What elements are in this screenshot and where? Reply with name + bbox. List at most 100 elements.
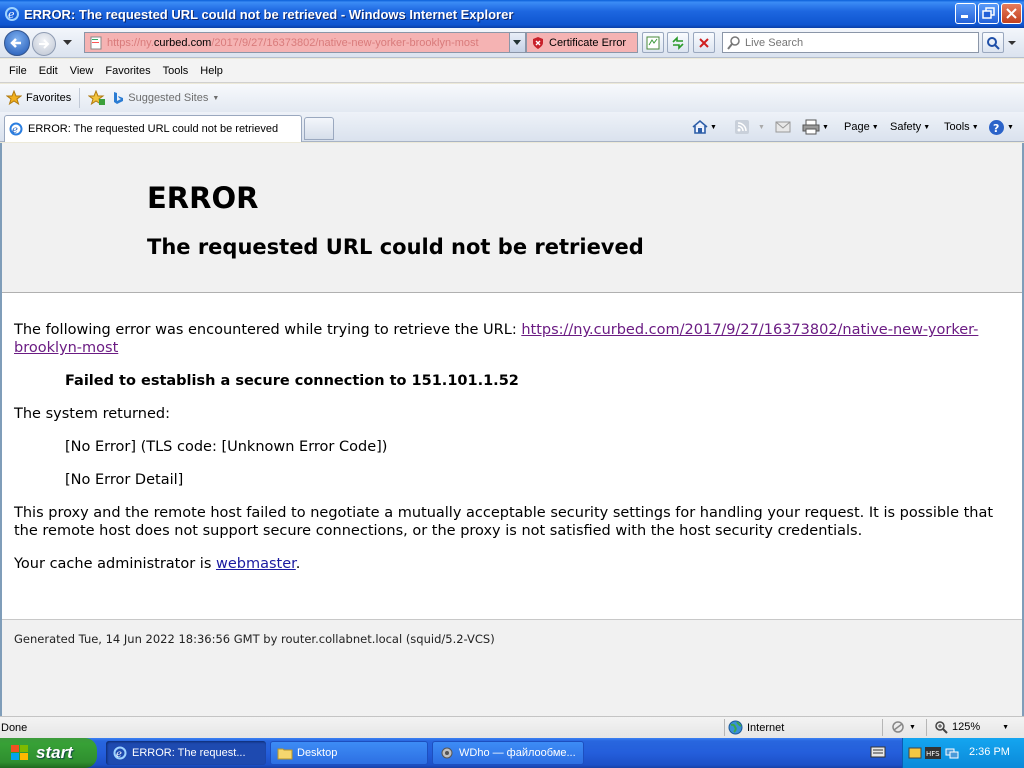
- certificate-error-button[interactable]: Certificate Error: [526, 32, 638, 53]
- menu-tools[interactable]: Tools: [157, 62, 195, 80]
- back-button[interactable]: [4, 30, 30, 56]
- add-to-favorites-bar-icon[interactable]: [88, 90, 106, 106]
- minimize-icon: [961, 15, 968, 18]
- tray-app-icon[interactable]: [908, 746, 922, 760]
- search-go-button[interactable]: [982, 32, 1004, 53]
- menu-help[interactable]: Help: [194, 62, 229, 80]
- system-returned-label: The system returned:: [14, 406, 170, 422]
- forward-arrow-icon: [39, 39, 50, 49]
- page-menu-label: Page: [844, 121, 870, 133]
- forward-button[interactable]: [32, 32, 56, 56]
- compatibility-view-button[interactable]: [642, 32, 664, 53]
- new-tab-button[interactable]: [304, 117, 334, 140]
- ie-page-icon: e: [9, 122, 23, 136]
- menu-file[interactable]: File: [3, 62, 33, 80]
- zoom-icon: [935, 721, 948, 734]
- address-dropdown-button[interactable]: [509, 33, 525, 52]
- minimize-button[interactable]: [955, 3, 976, 24]
- system-tray: HFS 2:36 PM: [902, 738, 1024, 768]
- security-zone[interactable]: Internet: [728, 720, 784, 735]
- stop-button[interactable]: [693, 32, 715, 53]
- search-box[interactable]: [722, 32, 979, 53]
- read-mail-button[interactable]: [775, 118, 791, 136]
- address-toolbar: https://ny.curbed.com/2017/9/27/16373802…: [0, 28, 1024, 58]
- home-button[interactable]: ▼: [692, 118, 717, 136]
- taskbar-item-label: Desktop: [297, 747, 338, 759]
- folder-icon: [277, 748, 293, 760]
- pop-up-blocker-icon: [892, 721, 904, 733]
- keyboard-icon: [870, 746, 886, 758]
- error-subheading: The requested URL could not be retrieved: [147, 235, 644, 259]
- ie-logo-icon: e: [113, 746, 127, 760]
- error-header: ERROR The requested URL could not be ret…: [2, 143, 1022, 293]
- search-options-dropdown-icon[interactable]: [1008, 41, 1016, 46]
- page-menu-button[interactable]: Page ▼: [844, 118, 879, 136]
- url-domain: curbed.com: [153, 36, 212, 49]
- taskbar-item-label: ERROR: The request...: [132, 747, 246, 759]
- admin-text: Your cache administrator is: [14, 556, 216, 572]
- favorites-bar: Favorites Suggested Sites ▼: [0, 84, 1024, 112]
- favorites-button[interactable]: Favorites: [0, 90, 71, 106]
- intro-text: The following error was encountered whil…: [14, 322, 522, 338]
- search-input[interactable]: [745, 36, 965, 49]
- page-icon: [90, 36, 102, 49]
- taskbar-item-ie[interactable]: e ERROR: The request...: [106, 741, 266, 765]
- taskbar-item-wdho[interactable]: WDho — файлообме...: [432, 741, 584, 765]
- menu-view[interactable]: View: [64, 62, 100, 80]
- clock[interactable]: 2:36 PM: [969, 746, 1010, 758]
- menu-edit[interactable]: Edit: [33, 62, 64, 80]
- zoom-level: 125%: [952, 721, 981, 733]
- chevron-down-icon: ▼: [871, 123, 879, 131]
- favorites-label: Favorites: [26, 92, 72, 104]
- chevron-down-icon: ▼: [822, 123, 829, 131]
- bing-icon: [114, 92, 124, 104]
- magnifier-icon: [987, 36, 1000, 50]
- maximize-button[interactable]: [978, 3, 999, 24]
- tab-title: ERROR: The requested URL could not be re…: [28, 123, 279, 135]
- refresh-icon: [672, 35, 684, 50]
- failure-message: Failed to establish a secure connection …: [65, 373, 519, 389]
- zoom-control[interactable]: 125% ▼: [934, 720, 1009, 734]
- chevron-down-icon: ▼: [212, 94, 220, 102]
- chevron-down-icon: ▼: [909, 723, 916, 731]
- printer-icon: [802, 119, 820, 135]
- tab-active[interactable]: e ERROR: The requested URL could not be …: [4, 115, 302, 142]
- suggested-sites-button[interactable]: Suggested Sites ▼: [112, 91, 219, 105]
- start-button[interactable]: start: [0, 738, 97, 768]
- admin-period: .: [295, 556, 301, 572]
- safety-menu-button[interactable]: Safety ▼: [890, 118, 930, 136]
- keyboard-icon[interactable]: [870, 746, 886, 761]
- help-button[interactable]: ? ▼: [988, 118, 1014, 136]
- start-label: start: [36, 743, 73, 762]
- shield-x-icon: [533, 36, 543, 49]
- status-divider: [882, 719, 883, 736]
- favorites-separator: [79, 88, 81, 108]
- tray-hfs-icon[interactable]: HFS: [925, 746, 941, 760]
- recent-pages-dropdown-icon[interactable]: [63, 40, 72, 46]
- address-field[interactable]: https://ny.curbed.com/2017/9/27/16373802…: [84, 32, 526, 53]
- zone-label: Internet: [747, 721, 785, 734]
- tools-menu-label: Tools: [944, 121, 970, 133]
- menu-favorites[interactable]: Favorites: [99, 62, 156, 80]
- error-heading: ERROR: [147, 181, 259, 215]
- print-button[interactable]: ▼: [802, 118, 829, 136]
- webmaster-link[interactable]: webmaster: [216, 556, 296, 572]
- ie-logo-icon: e: [5, 7, 19, 21]
- network-icon[interactable]: [944, 746, 960, 760]
- protected-mode-button[interactable]: ▼: [890, 720, 916, 734]
- tools-menu-button[interactable]: Tools ▼: [944, 118, 979, 136]
- svg-text:e: e: [116, 749, 122, 760]
- error-explanation: This proxy and the remote host failed to…: [14, 505, 994, 539]
- feeds-button[interactable]: ▼: [734, 118, 765, 136]
- chevron-down-icon: ▼: [1007, 123, 1014, 131]
- chevron-down-icon: ▼: [923, 123, 931, 131]
- taskbar-item-desktop[interactable]: Desktop: [270, 741, 428, 765]
- stop-icon: [699, 37, 709, 48]
- taskbar: start e ERROR: The request... Desktop WD…: [0, 738, 1024, 768]
- refresh-button[interactable]: [667, 32, 689, 53]
- taskbar-item-label: WDho — файлообме...: [459, 747, 576, 759]
- title-bar: e ERROR: The requested URL could not be …: [0, 0, 1024, 28]
- search-icon: [727, 35, 740, 50]
- close-button[interactable]: [1001, 3, 1022, 24]
- svg-text:e: e: [12, 125, 18, 136]
